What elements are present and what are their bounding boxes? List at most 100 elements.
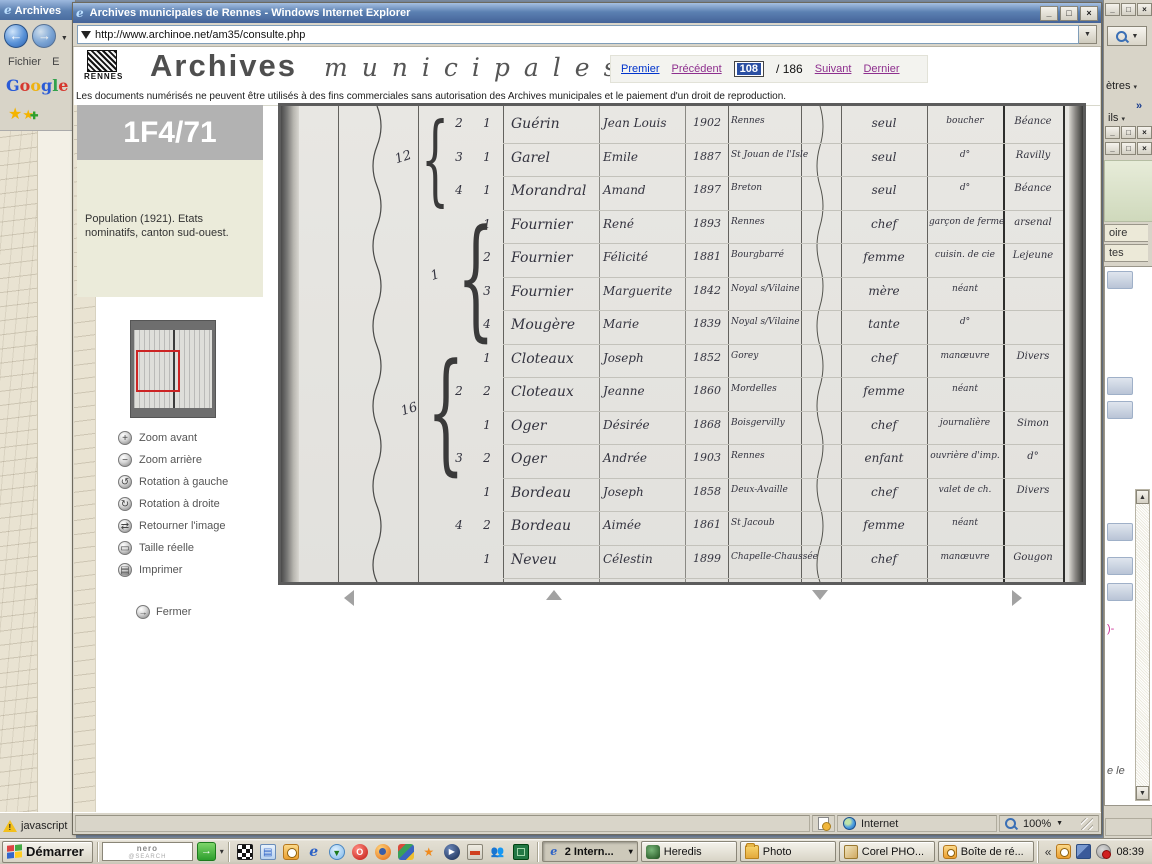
menu-file[interactable]: Fichier xyxy=(8,56,41,68)
taskbar-window-photo-folder[interactable]: Photo xyxy=(740,841,836,862)
scroll-down-button[interactable]: ▼ xyxy=(1136,786,1149,800)
tool-actual-size-button[interactable]: ▭Taille réelle xyxy=(118,537,228,559)
tray-antivirus-icon[interactable] xyxy=(1096,844,1111,859)
quicklaunch-download-cloud-icon[interactable]: ▼ xyxy=(329,844,345,860)
minimize-button[interactable]: _ xyxy=(1105,126,1120,139)
taskbar-window-inbox[interactable]: Boîte de ré... xyxy=(938,841,1034,862)
taskbar-window-internet-explorer-group[interactable]: e2 Intern...▾ xyxy=(542,841,638,862)
menu-edit-partial[interactable]: E xyxy=(52,56,59,68)
nero-search-go-button[interactable]: → xyxy=(197,842,216,861)
pan-down-arrow[interactable] xyxy=(812,590,828,600)
back-button[interactable]: ← xyxy=(4,24,28,48)
minimize-button[interactable]: _ xyxy=(1040,6,1058,21)
add-favorite-plus-icon[interactable]: ✚ xyxy=(30,111,38,122)
census-employer: Béance xyxy=(1005,116,1061,127)
favorites-star-icon[interactable]: ★ xyxy=(8,106,22,123)
toolbar-overflow-chevron[interactable]: » xyxy=(1136,100,1142,112)
parameters-menu-fragment[interactable]: ètres xyxy=(1106,80,1130,92)
document-viewer[interactable]: 21GuérinJean Louis1902RennesseulboucherB… xyxy=(278,103,1086,585)
zoom-segment[interactable]: 100% ▼ xyxy=(999,815,1099,832)
quicklaunch-photofiltre-icon[interactable] xyxy=(513,844,529,860)
restore-button[interactable]: □ xyxy=(1121,142,1136,155)
scroll-up-button[interactable]: ▲ xyxy=(1136,490,1149,504)
quicklaunch-movie-maker-icon[interactable]: ▤ xyxy=(260,844,276,860)
text-fragment: e le xyxy=(1107,765,1125,777)
forward-button[interactable]: → xyxy=(32,24,56,48)
quicklaunch-printer-icon[interactable] xyxy=(467,844,483,860)
zoom-dropdown-icon[interactable]: ▼ xyxy=(1056,820,1063,827)
resize-grip[interactable] xyxy=(1081,818,1093,830)
tool-rotate-left-button[interactable]: ↺Rotation à gauche xyxy=(118,471,228,493)
panel-button[interactable] xyxy=(1107,377,1133,395)
address-dropdown-button[interactable]: ▼ xyxy=(1079,25,1097,44)
restore-button[interactable]: □ xyxy=(1121,3,1136,16)
close-button[interactable]: × xyxy=(1137,142,1152,155)
quicklaunch-show-desktop-icon[interactable] xyxy=(237,844,253,860)
previous-page-link[interactable]: Précédent xyxy=(672,63,722,75)
titlebar[interactable]: e Archives municipales de Rennes - Windo… xyxy=(73,3,1101,23)
quicklaunch-alarm-clock-icon[interactable] xyxy=(283,844,299,860)
nero-dropdown-icon[interactable]: ▾ xyxy=(220,847,224,856)
scrollbar[interactable]: ▲ ▼ xyxy=(1135,489,1150,801)
thumbnail-viewport-rectangle[interactable] xyxy=(136,350,180,392)
quicklaunch-media-player-icon[interactable]: ▶ xyxy=(444,844,460,860)
quicklaunch-picasa-icon[interactable] xyxy=(398,844,414,860)
pan-left-arrow[interactable] xyxy=(344,590,354,606)
quicklaunch-firefox-icon[interactable] xyxy=(375,844,391,860)
close-viewer-button[interactable]: → Fermer xyxy=(136,605,191,619)
panel-button[interactable] xyxy=(1107,271,1133,289)
taskbar-window-heredis[interactable]: Heredis xyxy=(641,841,737,862)
census-row: 1CloteauxJoseph1852GoreychefmanœuvreDive… xyxy=(281,345,1083,379)
taskbar-window-corel-photopaint[interactable]: Corel PHO... xyxy=(839,841,935,862)
maximize-button[interactable]: □ xyxy=(1121,126,1136,139)
tools-menu-fragment[interactable]: ils xyxy=(1108,112,1118,124)
warning-icon: ! xyxy=(3,820,17,832)
tab-fragment-2[interactable]: tes xyxy=(1104,244,1148,262)
tab-fragment-1[interactable]: oire xyxy=(1104,224,1148,242)
search-button[interactable]: ▼ xyxy=(1107,26,1147,46)
tool-rotate-right-button[interactable]: ↻Rotation à droite xyxy=(118,493,228,515)
link-fragment[interactable]: )- xyxy=(1107,623,1114,635)
nav-dropdown-icon[interactable]: ▼ xyxy=(61,35,68,42)
pan-right-arrow[interactable] xyxy=(1012,590,1022,606)
panel-button[interactable] xyxy=(1107,557,1133,575)
tray-chevron[interactable]: « xyxy=(1045,845,1052,859)
page-number-input[interactable]: 108 xyxy=(734,61,764,77)
inbox-icon xyxy=(943,845,957,859)
close-button[interactable]: × xyxy=(1137,3,1152,16)
tool-zoom-in-button[interactable]: +Zoom avant xyxy=(118,427,228,449)
first-page-link[interactable]: Premier xyxy=(621,63,660,75)
start-button[interactable]: Démarrer xyxy=(2,841,93,863)
quicklaunch-internet-explorer-icon[interactable]: e xyxy=(306,844,322,860)
minimize-button[interactable]: _ xyxy=(1105,3,1120,16)
windows-flag-icon xyxy=(7,844,22,859)
minimize-button[interactable]: _ xyxy=(1105,142,1120,155)
panel-button[interactable] xyxy=(1107,583,1133,601)
nero-search-input[interactable]: nero @SEARCH xyxy=(102,842,193,861)
background-status-text: javascript xyxy=(21,820,67,832)
tool-zoom-out-button[interactable]: −Zoom arrière xyxy=(118,449,228,471)
maximize-button[interactable]: □ xyxy=(1060,6,1078,21)
quicklaunch-spark-icon[interactable]: ★ xyxy=(421,844,437,860)
census-year: 1881 xyxy=(687,250,727,263)
pan-up-arrow[interactable] xyxy=(546,590,562,600)
navigation-thumbnail[interactable] xyxy=(130,320,216,418)
address-input[interactable]: http://www.archinoe.net/am35/consulte.ph… xyxy=(77,25,1079,44)
zoom-magnifier-icon xyxy=(1005,817,1018,830)
tool-flip-image-button[interactable]: ⇄Retourner l'image xyxy=(118,515,228,537)
close-button[interactable]: × xyxy=(1137,126,1152,139)
panel-button[interactable] xyxy=(1107,401,1133,419)
census-surname: Mougère xyxy=(511,317,597,333)
census-firstname: René xyxy=(603,217,683,231)
last-page-link[interactable]: Dernier xyxy=(863,63,899,75)
panel-button[interactable] xyxy=(1107,523,1133,541)
document-reference: 1F4/71 xyxy=(77,105,263,160)
next-page-link[interactable]: Suivant xyxy=(815,63,852,75)
tool-print-button[interactable]: ▤Imprimer xyxy=(118,559,228,581)
background-window-titlebar[interactable]: eArchives xyxy=(0,0,75,20)
tray-network-icon[interactable] xyxy=(1076,844,1091,859)
quicklaunch-opera-icon[interactable]: O xyxy=(352,844,368,860)
close-button[interactable]: × xyxy=(1080,6,1098,21)
quicklaunch-messenger-icon[interactable]: 👥 xyxy=(490,844,506,860)
tray-clock-icon[interactable] xyxy=(1056,844,1071,859)
